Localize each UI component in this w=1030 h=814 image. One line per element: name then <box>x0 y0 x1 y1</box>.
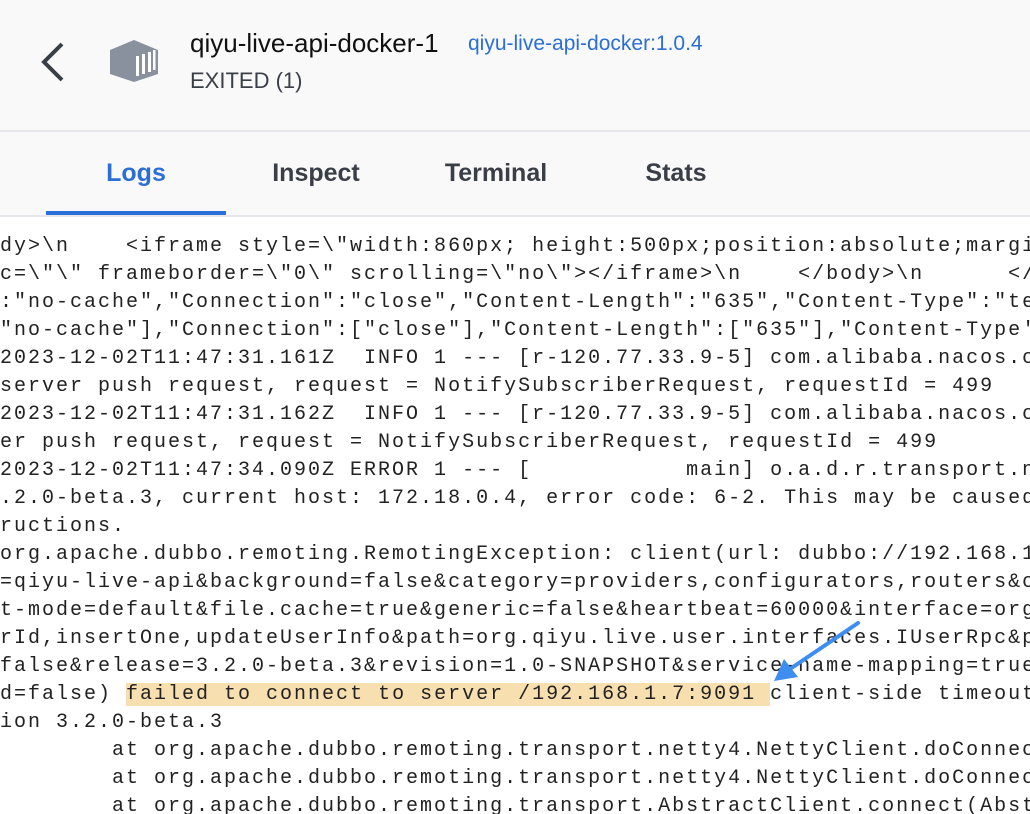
log-prefix: d=false) <box>0 683 127 706</box>
log-line: at org.apache.dubbo.remoting.transport.A… <box>0 795 1030 814</box>
log-line: .2.0-beta.3, current host: 172.18.0.4, e… <box>0 487 1030 510</box>
tab-logs[interactable]: Logs <box>46 132 226 215</box>
tab-bar: Logs Inspect Terminal Stats <box>0 132 1030 217</box>
log-line: 2023-12-02T11:47:31.162Z INFO 1 --- [r-1… <box>0 403 1030 426</box>
log-line: at org.apache.dubbo.remoting.transport.n… <box>0 739 1030 762</box>
tab-stats[interactable]: Stats <box>586 132 766 215</box>
log-line: :"no-cache","Connection":"close","Conten… <box>0 291 1030 314</box>
log-line: org.apache.dubbo.remoting.RemotingExcept… <box>0 543 1030 566</box>
status-text: EXITED (1) <box>190 68 303 93</box>
container-cube-icon <box>110 40 158 82</box>
log-output[interactable]: dy>\n <iframe style=\"width:860px; heigh… <box>0 217 1030 814</box>
log-line: false&release=3.2.0-beta.3&revision=1.0-… <box>0 655 1030 678</box>
back-button[interactable] <box>36 38 76 86</box>
log-line: "no-cache"],"Connection":["close"],"Cont… <box>0 319 1030 342</box>
tab-terminal[interactable]: Terminal <box>406 132 586 215</box>
annotation-arrow-icon <box>774 621 860 681</box>
container-name: qiyu-live-api-docker-1 <box>190 28 439 58</box>
log-line: t-mode=default&file.cache=true&generic=f… <box>0 599 1030 622</box>
log-line-highlighted: d=false) failed to connect to server /19… <box>0 681 1030 709</box>
log-line: c=\"\" frameborder=\"0\" scrolling=\"no\… <box>0 263 1030 286</box>
tab-inspect[interactable]: Inspect <box>226 132 406 215</box>
highlighted-error: failed to connect to server /192.168.1.7… <box>126 683 771 706</box>
log-line: dy>\n <iframe style=\"width:860px; heigh… <box>0 235 1030 258</box>
image-link[interactable]: qiyu-live-api-docker:1.0.4 <box>468 32 703 56</box>
log-line: at org.apache.dubbo.remoting.transport.n… <box>0 767 1030 790</box>
log-line: server push request, request = NotifySub… <box>0 375 995 398</box>
log-line: =qiyu-live-api&background=false&category… <box>0 571 1030 594</box>
log-line: rId,insertOne,updateUserInfo&path=org.qi… <box>0 627 1030 650</box>
container-header: qiyu-live-api-docker-1 qiyu-live-api-doc… <box>0 0 1030 132</box>
log-line: 2023-12-02T11:47:31.161Z INFO 1 --- [r-1… <box>0 347 1030 370</box>
log-line: 2023-12-02T11:47:34.090Z ERROR 1 --- [ m… <box>0 459 1030 482</box>
log-line: ructions. <box>0 515 127 538</box>
chevron-left-icon <box>41 42 64 82</box>
log-line: ion 3.2.0-beta.3 <box>0 711 225 734</box>
log-line: er push request, request = NotifySubscri… <box>0 431 939 454</box>
